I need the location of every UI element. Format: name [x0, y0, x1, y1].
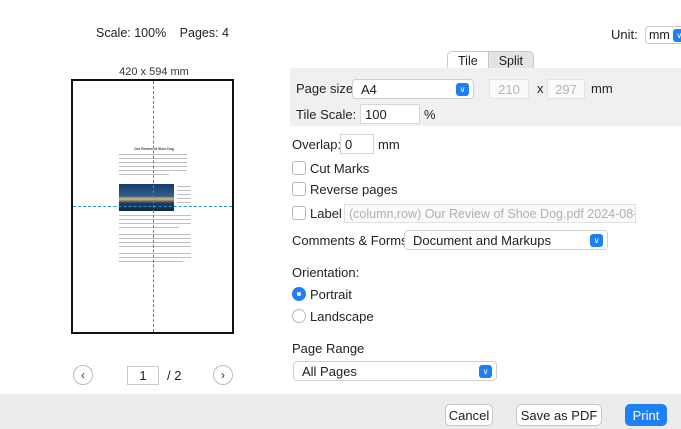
- landscape-radio[interactable]: [292, 309, 306, 323]
- preview-text-line: [119, 174, 169, 176]
- tile-scale-field[interactable]: 100: [360, 104, 420, 124]
- preview-text-line: [119, 242, 191, 244]
- unit-label: Unit:: [611, 27, 638, 42]
- print-button[interactable]: Print: [625, 404, 667, 426]
- pages-label: Pages: 4: [179, 26, 230, 40]
- width-field[interactable]: 210: [489, 79, 529, 99]
- scale-label: Scale: 100%: [96, 26, 167, 40]
- preview-text-line: [119, 223, 191, 225]
- unit-value: mm: [649, 28, 670, 42]
- reverse-pages-checkbox[interactable]: [292, 182, 306, 196]
- page-total: / 2: [167, 368, 182, 383]
- chevron-down-icon: ∨: [456, 83, 469, 96]
- chevron-right-icon: ›: [221, 368, 225, 382]
- label-text-field[interactable]: (column,row) Our Review of Shoe Dog.pdf …: [344, 204, 636, 223]
- preview-text-line: [119, 234, 191, 236]
- preview-text-line: [119, 215, 191, 217]
- page-size-value: A4: [361, 81, 377, 97]
- landscape-label: Landscape: [310, 309, 374, 324]
- preview-text-line: [119, 261, 183, 263]
- chevron-left-icon: ‹: [81, 368, 85, 382]
- preview-text-line: [177, 194, 191, 196]
- save-as-pdf-button[interactable]: Save as PDF: [516, 404, 602, 426]
- portrait-label: Portrait: [310, 287, 352, 302]
- previous-page-button[interactable]: ‹: [73, 365, 93, 385]
- chevron-down-icon: ∨: [590, 234, 603, 247]
- chevron-down-icon: ∨: [672, 28, 681, 42]
- size-times-label: x: [537, 81, 544, 96]
- chevron-down-icon: ∨: [479, 365, 492, 378]
- preview-text-line: [177, 190, 191, 192]
- next-page-button[interactable]: ›: [213, 365, 233, 385]
- preview-text-line: [177, 186, 191, 188]
- tile-scale-label: Tile Scale:: [296, 107, 357, 122]
- preview-text-line: [119, 257, 191, 259]
- cut-marks-checkbox[interactable]: [292, 161, 306, 175]
- comments-forms-value: Document and Markups: [413, 232, 552, 248]
- preview-doc-title: Our Review of Shoe Dog: [134, 147, 174, 151]
- preview-text-line: [177, 202, 191, 204]
- preview-text-line: [119, 238, 191, 240]
- scale-pages-info: Scale: 100% Pages: 4: [96, 26, 239, 40]
- height-field[interactable]: 297: [547, 79, 585, 99]
- label-checkbox[interactable]: [292, 206, 306, 220]
- page-preview: Our Review of Shoe Dog: [71, 79, 234, 334]
- page-range-label: Page Range: [292, 341, 365, 356]
- comments-forms-label: Comments & Forms:: [292, 233, 412, 248]
- unit-select[interactable]: mm ∨: [645, 26, 681, 44]
- comments-forms-select[interactable]: Document and Markups ∨: [404, 230, 608, 250]
- preview-text-line: [119, 253, 191, 255]
- page-size-label: Page size:: [296, 81, 357, 96]
- print-dialog: Scale: 100% Pages: 4 420 x 594 mm Our Re…: [0, 0, 681, 429]
- orientation-label: Orientation:: [292, 265, 360, 280]
- page-range-select[interactable]: All Pages ∨: [293, 361, 497, 381]
- page-dimensions: 420 x 594 mm: [119, 66, 189, 78]
- label-option-label: Label: [310, 206, 342, 221]
- preview-text-line: [177, 198, 191, 200]
- preview-text-line: [119, 246, 191, 248]
- overlap-field[interactable]: 0: [340, 134, 374, 154]
- size-unit-label: mm: [591, 81, 613, 96]
- page-number-field[interactable]: 1: [127, 366, 159, 385]
- tile-guide-horizontal: [73, 206, 232, 207]
- cut-marks-label: Cut Marks: [310, 161, 370, 176]
- page-size-select[interactable]: A4 ∨: [352, 79, 474, 99]
- page-range-value: All Pages: [302, 363, 357, 379]
- tile-scale-unit: %: [424, 107, 436, 122]
- overlap-unit: mm: [378, 137, 400, 152]
- cancel-button[interactable]: Cancel: [445, 404, 493, 426]
- reverse-pages-label: Reverse pages: [310, 182, 398, 197]
- preview-text-line: [119, 227, 179, 229]
- preview-text-line: [119, 219, 191, 221]
- overlap-label: Overlap:: [292, 137, 342, 152]
- portrait-radio[interactable]: [292, 287, 306, 301]
